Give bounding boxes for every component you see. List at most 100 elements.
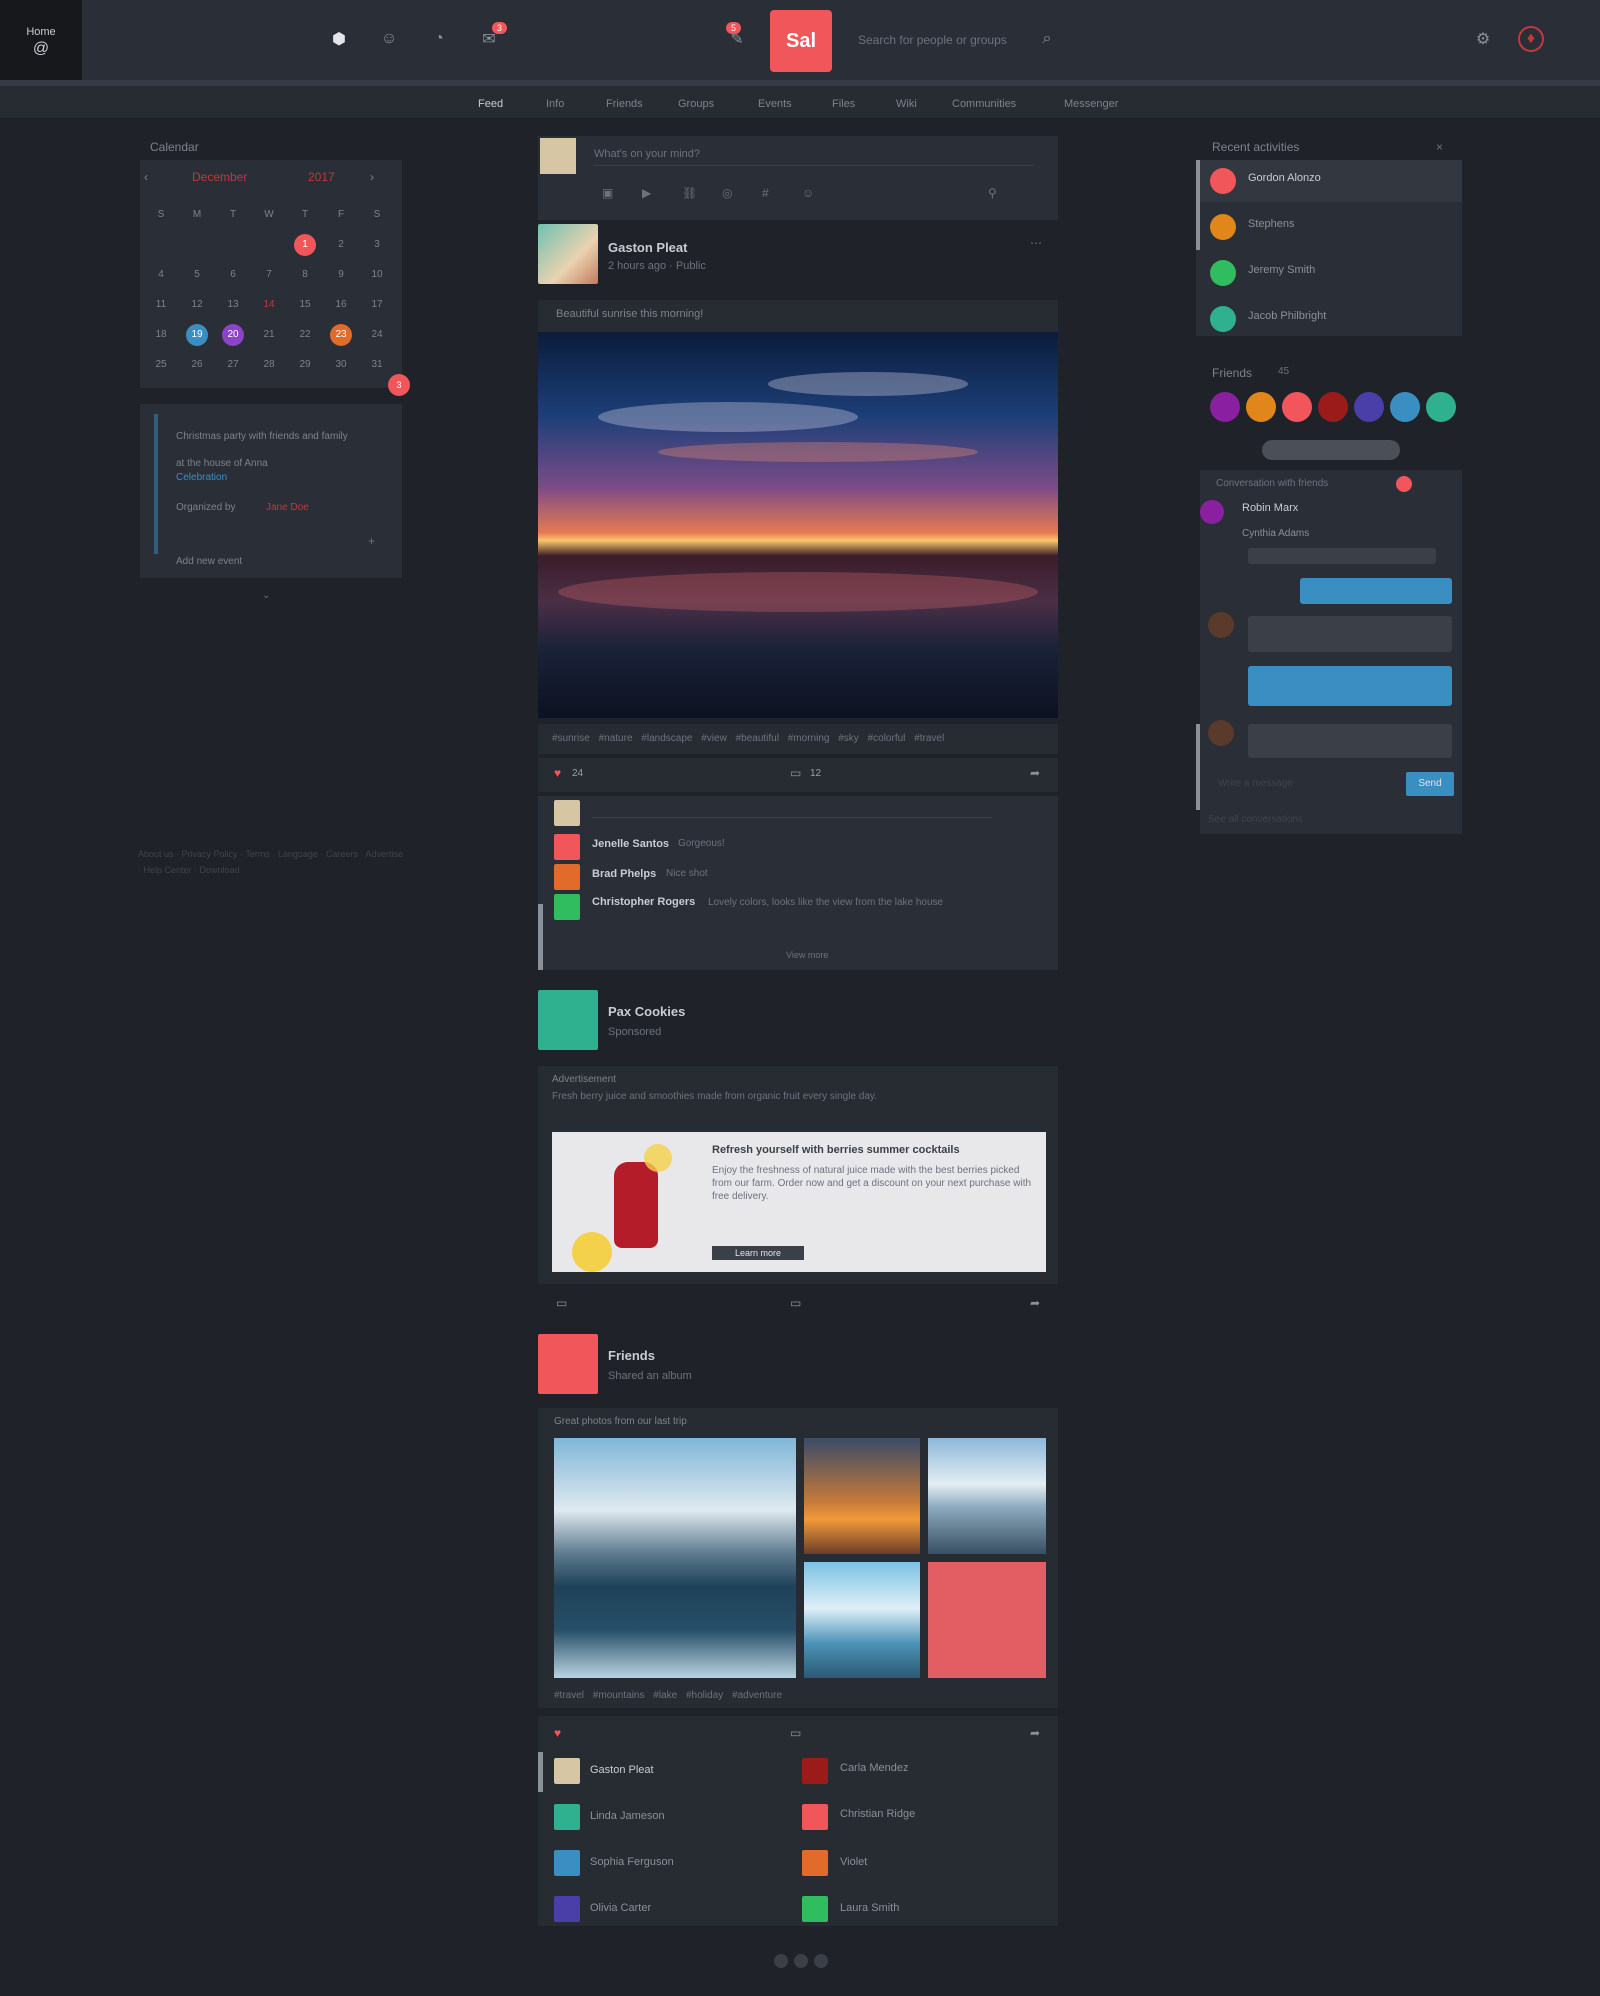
group-name[interactable]: Friends <box>608 1348 655 1363</box>
day[interactable]: 12 <box>179 290 215 320</box>
comment-icon[interactable]: ▭ <box>556 1296 567 1310</box>
comment-icon[interactable]: ▭ <box>790 1726 801 1740</box>
next-month-icon[interactable]: › <box>370 170 374 184</box>
person-name[interactable]: Sophia Ferguson <box>590 1856 674 1868</box>
day[interactable]: 14 <box>251 290 287 320</box>
friend-avatar[interactable] <box>1282 392 1312 422</box>
friend-avatar[interactable] <box>1210 392 1240 422</box>
subnav-messenger[interactable]: Messenger <box>1064 98 1118 110</box>
post-author-avatar[interactable] <box>538 224 598 284</box>
post-menu-icon[interactable]: ⋯ <box>1030 236 1042 250</box>
person-name[interactable]: Violet <box>840 1856 867 1868</box>
logo[interactable]: Sal <box>770 10 832 72</box>
hashtag[interactable]: #beautiful <box>736 733 779 744</box>
photo-icon[interactable]: ▣ <box>602 186 613 200</box>
footer-link[interactable]: Help Center <box>144 865 192 875</box>
person-name[interactable]: Christian Ridge <box>840 1808 915 1820</box>
footer-link[interactable]: Advertise <box>365 849 403 859</box>
day[interactable]: 2 <box>323 230 359 260</box>
share-icon[interactable]: ➦ <box>1030 766 1040 780</box>
day[interactable]: 9 <box>323 260 359 290</box>
day[interactable]: 15 <box>287 290 323 320</box>
prev-month-icon[interactable]: ‹ <box>144 170 148 184</box>
footer-link[interactable]: Careers <box>326 849 358 859</box>
day[interactable]: 8 <box>287 260 323 290</box>
scrollbar[interactable] <box>1196 724 1200 810</box>
emoji-icon[interactable]: ☺ <box>802 186 814 200</box>
ad-button[interactable]: Learn more <box>712 1246 804 1260</box>
album-photo-mountain[interactable] <box>554 1438 796 1678</box>
day[interactable]: 16 <box>323 290 359 320</box>
footer-link[interactable]: Download <box>200 865 240 875</box>
plus-icon[interactable]: + <box>368 534 375 548</box>
hashtag[interactable]: #sky <box>838 733 859 744</box>
album-photo-snow[interactable] <box>928 1438 1046 1554</box>
subnav-friends[interactable]: Friends <box>606 98 643 110</box>
day[interactable]: 29 <box>287 350 323 380</box>
chat-footer[interactable]: See all conversations <box>1208 814 1303 825</box>
hashtag[interactable]: #travel <box>914 733 944 744</box>
show-all-friends-button[interactable] <box>1262 440 1400 460</box>
search-input[interactable]: Search for people or groups <box>858 28 1058 52</box>
scrollbar[interactable] <box>538 1752 543 1792</box>
page-dot[interactable] <box>814 1954 828 1968</box>
chevron-down-icon[interactable]: ⌄ <box>262 590 270 601</box>
year-label[interactable]: 2017 <box>308 170 335 184</box>
activity-name[interactable]: Jeremy Smith <box>1248 264 1315 276</box>
subnav-communities[interactable]: Communities <box>952 98 1016 110</box>
comment-author[interactable]: Jenelle Santos <box>592 838 669 850</box>
hashtag[interactable]: #nature <box>599 733 633 744</box>
person-name[interactable]: Carla Mendez <box>840 1762 908 1774</box>
person-avatar[interactable] <box>802 1850 828 1876</box>
person-name[interactable]: Gaston Pleat <box>590 1764 654 1776</box>
day[interactable]: 19 <box>179 320 215 350</box>
day[interactable]: 10 <box>359 260 395 290</box>
group-avatar[interactable] <box>538 1334 598 1394</box>
day[interactable]: 1 <box>287 230 323 260</box>
subnav-feed[interactable]: Feed <box>478 98 503 110</box>
person-name[interactable]: Linda Jameson <box>590 1810 665 1822</box>
event-tag[interactable]: Celebration <box>176 472 227 483</box>
post-author-name[interactable]: Gaston Pleat <box>608 240 687 255</box>
view-more-link[interactable]: View more <box>786 950 828 960</box>
album-photo-red[interactable] <box>928 1562 1046 1678</box>
person-name[interactable]: Laura Smith <box>840 1902 899 1914</box>
person-avatar[interactable] <box>802 1896 828 1922</box>
friend-avatar[interactable] <box>1426 392 1456 422</box>
subnav-events[interactable]: Events <box>758 98 792 110</box>
person-avatar[interactable] <box>554 1804 580 1830</box>
day-event[interactable]: 20 <box>222 324 244 346</box>
person-avatar[interactable] <box>554 1850 580 1876</box>
share-icon[interactable]: ➦ <box>1030 1726 1040 1740</box>
day[interactable] <box>143 230 179 260</box>
post-image[interactable] <box>538 332 1058 718</box>
footer-link[interactable]: About us <box>138 849 174 859</box>
calendar-badge[interactable]: 3 <box>388 374 410 396</box>
send-button[interactable]: Send <box>1406 772 1454 796</box>
hashtag[interactable]: #travel <box>554 1690 584 1701</box>
day[interactable] <box>251 230 287 260</box>
day[interactable]: 11 <box>143 290 179 320</box>
day[interactable]: 30 <box>323 350 359 380</box>
day-event[interactable]: 23 <box>330 324 352 346</box>
chat-input[interactable]: Write a message <box>1218 778 1368 789</box>
composer-input[interactable]: What's on your mind? <box>594 148 1034 166</box>
album-photo-sunset[interactable] <box>804 1438 920 1554</box>
hashtag[interactable]: #view <box>701 733 727 744</box>
day[interactable]: 22 <box>287 320 323 350</box>
chat-avatar[interactable] <box>1200 500 1224 524</box>
bell-icon[interactable]: ◔ <box>426 26 452 52</box>
day-event[interactable]: 19 <box>186 324 208 346</box>
day-today[interactable]: 1 <box>294 234 316 256</box>
ad-banner[interactable]: Refresh yourself with berries summer coc… <box>552 1132 1046 1272</box>
video-icon[interactable]: ▶ <box>642 186 651 200</box>
comment-input[interactable] <box>592 806 992 818</box>
footer-link[interactable]: Terms <box>245 849 270 859</box>
heart-icon[interactable]: ♥ <box>554 1726 561 1740</box>
day[interactable]: 26 <box>179 350 215 380</box>
subnav-files[interactable]: Files <box>832 98 855 110</box>
close-icon[interactable]: × <box>1436 140 1443 154</box>
hashtag[interactable]: #landscape <box>641 733 692 744</box>
chat-contact[interactable]: Cynthia Adams <box>1242 528 1309 539</box>
day[interactable]: 3 <box>359 230 395 260</box>
